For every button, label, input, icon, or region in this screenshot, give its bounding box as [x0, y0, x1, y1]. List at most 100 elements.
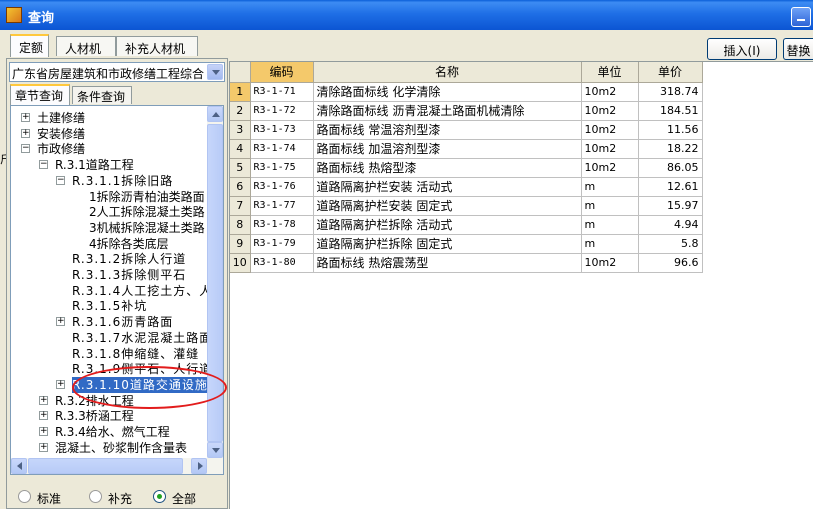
table-row[interactable]: 6 R3-1-76 道路隔离护栏安装 活动式 m 12.61: [230, 177, 703, 197]
row-number[interactable]: 9: [230, 234, 251, 254]
row-number[interactable]: 6: [230, 177, 251, 197]
tab-materials[interactable]: 人材机: [56, 36, 116, 56]
cell-name[interactable]: 路面标线 热熔震荡型: [313, 253, 582, 273]
table-row[interactable]: 1 R3-1-71 清除路面标线 化学清除 10m2 318.74: [230, 82, 703, 102]
cell-code[interactable]: R3-1-79: [250, 234, 314, 254]
row-number[interactable]: 10: [230, 253, 251, 273]
row-number[interactable]: 4: [230, 139, 251, 159]
expand-icon[interactable]: +: [56, 317, 65, 327]
cell-code[interactable]: R3-1-76: [250, 177, 314, 197]
cell-price[interactable]: 86.05: [638, 158, 703, 178]
row-number[interactable]: 8: [230, 215, 251, 235]
cell-unit[interactable]: m: [581, 215, 639, 235]
collapse-icon[interactable]: −: [56, 175, 65, 185]
cell-unit[interactable]: 10m2: [581, 101, 639, 121]
cell-unit[interactable]: m: [581, 234, 639, 254]
cell-unit[interactable]: 10m2: [581, 158, 639, 178]
library-select[interactable]: 广东省房屋建筑和市政修缮工程综合: [9, 62, 225, 82]
left-panel: 广东省房屋建筑和市政修缮工程综合 章节查询 条件查询 + 土建修缮 + 安装修缮 − 市政…: [6, 58, 228, 509]
table-row[interactable]: 4 R3-1-74 路面标线 加温溶剂型漆 10m2 18.22: [230, 139, 703, 159]
cell-price[interactable]: 318.74: [638, 82, 703, 102]
column-header-name[interactable]: 名称: [313, 62, 582, 83]
cell-price[interactable]: 184.51: [638, 101, 703, 121]
cell-name[interactable]: 道路隔离护栏拆除 固定式: [313, 234, 582, 254]
row-number[interactable]: 3: [230, 120, 251, 140]
scroll-down-icon[interactable]: [207, 442, 223, 458]
radio-circle[interactable]: [153, 490, 166, 503]
cell-price[interactable]: 5.8: [638, 234, 703, 254]
scroll-up-icon[interactable]: [207, 106, 223, 122]
cell-price[interactable]: 15.97: [638, 196, 703, 216]
radio-circle[interactable]: [89, 490, 102, 503]
cell-code[interactable]: R3-1-72: [250, 101, 314, 121]
table-row[interactable]: 2 R3-1-72 清除路面标线 沥青混凝土路面机械清除 10m2 184.51: [230, 101, 703, 121]
cell-price[interactable]: 18.22: [638, 139, 703, 159]
cell-price[interactable]: 12.61: [638, 177, 703, 197]
tab-chapter-query[interactable]: 章节查询: [10, 84, 70, 105]
tree-vertical-scrollbar[interactable]: [207, 106, 223, 458]
replace-button[interactable]: 替换: [783, 38, 813, 60]
collapse-icon[interactable]: −: [21, 144, 30, 154]
collapse-icon[interactable]: −: [39, 160, 48, 170]
cell-name[interactable]: 清除路面标线 沥青混凝土路面机械清除: [313, 101, 582, 121]
cell-name[interactable]: 道路隔离护栏安装 活动式: [313, 177, 582, 197]
column-header-price[interactable]: 单价: [638, 62, 703, 83]
cell-code[interactable]: R3-1-71: [250, 82, 314, 102]
cell-unit[interactable]: 10m2: [581, 82, 639, 102]
cell-name[interactable]: 路面标线 常温溶剂型漆: [313, 120, 582, 140]
cell-name[interactable]: 清除路面标线 化学清除: [313, 82, 582, 102]
cell-code[interactable]: R3-1-73: [250, 120, 314, 140]
radio-circle[interactable]: [18, 490, 31, 503]
tab-quota[interactable]: 定额: [10, 34, 49, 57]
cell-code[interactable]: R3-1-75: [250, 158, 314, 178]
row-number[interactable]: 5: [230, 158, 251, 178]
minimize-button[interactable]: [791, 7, 811, 27]
cell-unit[interactable]: 10m2: [581, 139, 639, 159]
table-row[interactable]: 7 R3-1-77 道路隔离护栏安装 固定式 m 15.97: [230, 196, 703, 216]
column-header-code[interactable]: 编码: [250, 62, 314, 83]
app-icon: [6, 7, 22, 23]
table-row[interactable]: 3 R3-1-73 路面标线 常温溶剂型漆 10m2 11.56: [230, 120, 703, 140]
tab-supplement-materials[interactable]: 补充人材机: [116, 36, 198, 56]
cell-code[interactable]: R3-1-78: [250, 215, 314, 235]
table-row[interactable]: 10 R3-1-80 路面标线 热熔震荡型 10m2 96.6: [230, 253, 703, 273]
cell-code[interactable]: R3-1-74: [250, 139, 314, 159]
cell-price[interactable]: 96.6: [638, 253, 703, 273]
cell-name[interactable]: 路面标线 加温溶剂型漆: [313, 139, 582, 159]
cell-unit[interactable]: m: [581, 196, 639, 216]
chapter-tree[interactable]: + 土建修缮 + 安装修缮 − 市政修缮 − R.3.1道路工程 − R.3.1.1拆除旧路 1拆除…: [10, 105, 224, 475]
column-header-unit[interactable]: 单位: [581, 62, 639, 83]
cell-unit[interactable]: m: [581, 177, 639, 197]
cell-price[interactable]: 11.56: [638, 120, 703, 140]
chevron-down-icon[interactable]: [207, 64, 223, 80]
annotation-circle: [72, 366, 227, 409]
expand-icon[interactable]: +: [39, 427, 48, 436]
scroll-left-icon[interactable]: [11, 458, 27, 474]
table-row[interactable]: 8 R3-1-78 道路隔离护栏拆除 活动式 m 4.94: [230, 215, 703, 235]
cell-name[interactable]: 道路隔离护栏安装 固定式: [313, 196, 582, 216]
row-number[interactable]: 7: [230, 196, 251, 216]
cell-name[interactable]: 路面标线 热熔型漆: [313, 158, 582, 178]
scroll-right-icon[interactable]: [191, 458, 207, 474]
cell-unit[interactable]: 10m2: [581, 120, 639, 140]
expand-icon[interactable]: +: [21, 128, 30, 138]
insert-button[interactable]: 插入(I): [707, 38, 777, 60]
tab-condition-query[interactable]: 条件查询: [72, 86, 132, 104]
table-row[interactable]: 9 R3-1-79 道路隔离护栏拆除 固定式 m 5.8: [230, 234, 703, 254]
tree-node-label: R.3.4给水、燃气工程: [55, 425, 170, 439]
expand-icon[interactable]: +: [39, 442, 48, 452]
hscroll-thumb[interactable]: [28, 458, 183, 474]
expand-icon[interactable]: +: [56, 379, 65, 389]
cell-code[interactable]: R3-1-80: [250, 253, 314, 273]
cell-name[interactable]: 道路隔离护栏拆除 活动式: [313, 215, 582, 235]
tree-horizontal-scrollbar[interactable]: [11, 458, 223, 474]
cell-price[interactable]: 4.94: [638, 215, 703, 235]
expand-icon[interactable]: +: [21, 113, 30, 122]
row-number[interactable]: 1: [230, 82, 251, 102]
cell-code[interactable]: R3-1-77: [250, 196, 314, 216]
cell-unit[interactable]: 10m2: [581, 253, 639, 273]
table-row[interactable]: 5 R3-1-75 路面标线 热熔型漆 10m2 86.05: [230, 158, 703, 178]
expand-icon[interactable]: +: [39, 395, 48, 405]
expand-icon[interactable]: +: [39, 411, 48, 421]
row-number[interactable]: 2: [230, 101, 251, 121]
